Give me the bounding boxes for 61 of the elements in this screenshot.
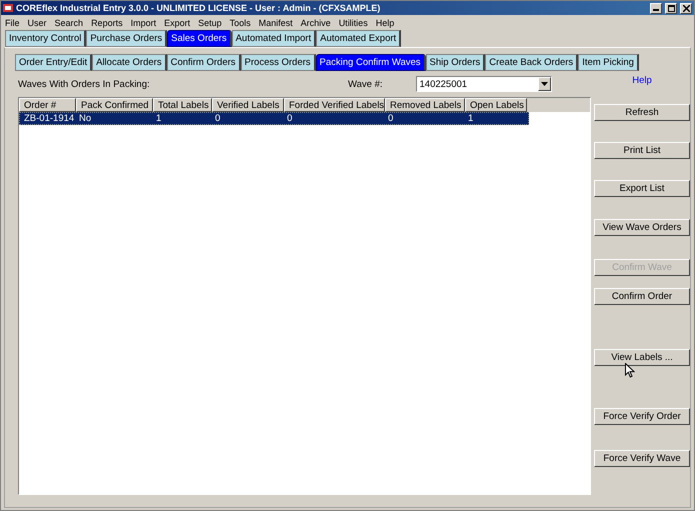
maximize-icon <box>668 4 674 12</box>
column-header[interactable]: Pack Confirmed <box>76 98 153 112</box>
table-row[interactable]: ZB-01-1914 No 1 0 0 0 1 <box>19 112 529 125</box>
table-cell-text: 1 <box>155 113 162 124</box>
menu-item[interactable]: Help <box>376 18 394 28</box>
table-cell-text: 0 <box>387 113 394 124</box>
sub-tab[interactable]: Process Orders <box>240 54 316 71</box>
table-cell-text: No <box>78 113 92 124</box>
menu-item[interactable]: Export <box>164 18 190 28</box>
action-button[interactable]: Confirm Order <box>594 288 690 305</box>
caret-icon <box>540 82 548 86</box>
main-tab[interactable]: Automated Import <box>232 30 316 47</box>
close-button[interactable] <box>680 2 692 14</box>
action-button[interactable]: Force Verify Order <box>594 408 690 425</box>
menu-item[interactable]: Search <box>54 18 84 28</box>
table-cell-text: 1 <box>467 113 474 124</box>
help-link[interactable]: Help <box>632 75 652 86</box>
main-tab[interactable]: Inventory Control <box>5 30 86 47</box>
menu-item[interactable]: Archive <box>300 18 331 28</box>
close-icon <box>682 4 690 12</box>
waves-label: Waves With Orders In Packing: <box>18 78 151 90</box>
column-header[interactable]: Verified Labels <box>212 98 284 112</box>
sub-tab[interactable]: Allocate Orders <box>92 54 167 71</box>
column-header[interactable]: Order # <box>19 98 76 112</box>
menu-item[interactable]: Tools <box>230 18 251 28</box>
sub-tab[interactable]: Order Entry/Edit <box>15 54 92 71</box>
action-button[interactable]: View Wave Orders <box>594 219 690 236</box>
sub-tab[interactable]: Item Picking <box>578 54 639 71</box>
menu-item[interactable]: Utilities <box>338 18 368 28</box>
window-title: COREflex Industrial Entry 3.0.0 - UNLIMITED LICENSE - User : Admin - (CFXSAMPLE) <box>16 3 382 13</box>
minimize-button[interactable] <box>650 2 662 14</box>
dropdown-button[interactable] <box>538 77 550 91</box>
column-header[interactable]: Total Labels <box>153 98 212 112</box>
menu-item[interactable]: User <box>28 18 47 28</box>
menu-item[interactable]: Reports <box>91 18 123 28</box>
maximize-button[interactable] <box>665 2 677 14</box>
app-icon <box>3 3 13 13</box>
table-cell-text: ZB-01-1914 <box>23 113 75 124</box>
wave-label: Wave #: <box>348 78 382 90</box>
action-button[interactable]: Export List <box>594 180 690 197</box>
sub-tab[interactable]: Packing Confirm Waves <box>316 54 426 71</box>
main-tab[interactable]: Purchase Orders <box>86 30 168 47</box>
column-header[interactable]: Forded Verified Labels <box>284 98 385 112</box>
sub-tab[interactable]: Create Back Orders <box>485 54 578 71</box>
main-tab[interactable]: Automated Export <box>316 30 402 47</box>
table-cell-text: 0 <box>214 113 222 124</box>
action-button[interactable]: Force Verify Wave <box>594 450 690 467</box>
column-header[interactable]: Open Labels <box>465 98 527 112</box>
column-header[interactable]: Removed Labels <box>385 98 465 112</box>
menu-item[interactable]: Import <box>130 18 156 28</box>
menu-item[interactable]: Manifest <box>258 18 293 28</box>
sub-tab[interactable]: Confirm Orders <box>166 54 241 71</box>
main-tab[interactable]: Sales Orders <box>167 30 232 47</box>
action-button[interactable]: Print List <box>594 142 690 159</box>
sub-tab[interactable]: Ship Orders <box>426 54 486 71</box>
menu-item[interactable]: File <box>5 18 20 28</box>
action-button[interactable]: Refresh <box>594 104 690 121</box>
menu-item[interactable]: Setup <box>198 18 222 28</box>
wave-dropdown[interactable]: 140225001 <box>416 76 552 92</box>
mouse-cursor-icon <box>625 363 635 378</box>
table-cell-text: 0 <box>286 113 294 124</box>
